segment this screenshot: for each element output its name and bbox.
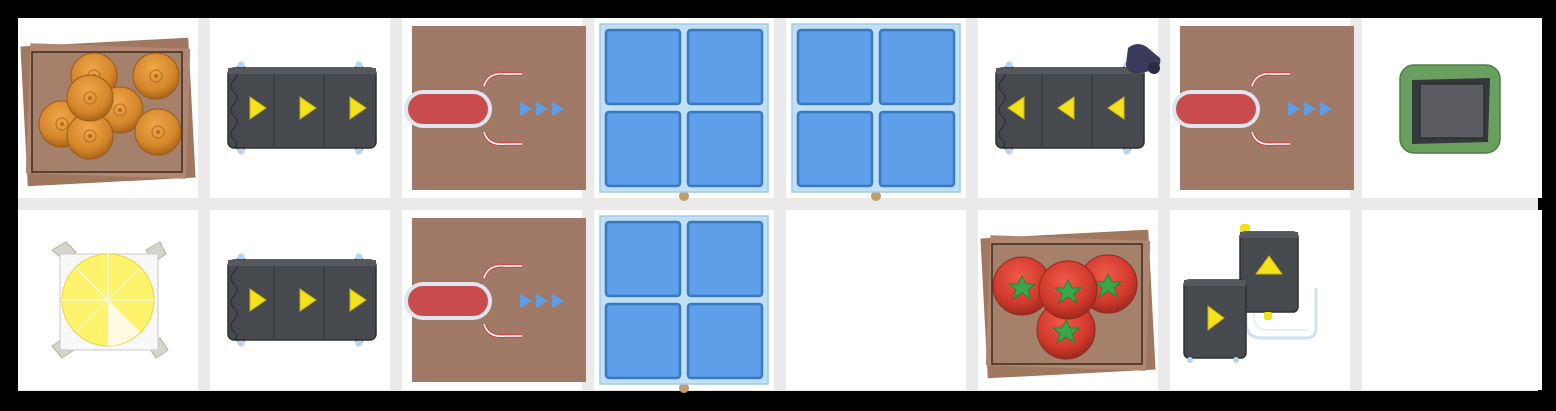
tile-tomato-crate[interactable]: [978, 210, 1158, 390]
conveyor-junction-icon: [1183, 224, 1318, 363]
dispenser-icon: [402, 24, 588, 192]
game-board: [18, 18, 1542, 395]
conveyor-right-icon: [227, 252, 377, 348]
conveyor-up-segment: [1239, 231, 1299, 320]
tile-conveyor-left[interactable]: [978, 18, 1161, 198]
tile-floor[interactable]: [786, 210, 966, 390]
tile-counter[interactable]: [594, 18, 774, 203]
counter-icon: [790, 22, 962, 203]
tile-plate-dispenser[interactable]: [402, 210, 588, 390]
counter-icon: [598, 214, 770, 395]
tile-trash[interactable]: [1362, 18, 1542, 198]
dispenser-icon: [1170, 24, 1356, 192]
tile-conveyor-right[interactable]: [210, 210, 390, 390]
onion-crate-icon: [19, 36, 197, 188]
conveyor-right-icon: [227, 60, 377, 156]
tile-floor[interactable]: [1362, 210, 1542, 390]
tile-onion-crate[interactable]: [18, 18, 198, 198]
cutting-board-icon: [51, 241, 169, 359]
trash-bin-icon: [1399, 64, 1501, 154]
dispenser-icon: [402, 216, 588, 384]
tile-plate-dispenser[interactable]: [1170, 18, 1356, 198]
chef-hat-icon: [1126, 44, 1161, 74]
tile-plate-dispenser[interactable]: [402, 18, 588, 198]
tile-conveyor-junction[interactable]: [1170, 210, 1350, 390]
conveyor-right-segment: [1183, 279, 1247, 363]
tile-conveyor-right[interactable]: [210, 18, 390, 198]
counter-icon: [598, 22, 770, 203]
tomato-crate-icon: [979, 228, 1157, 380]
conveyor-left-icon: [995, 44, 1161, 156]
tile-cutting-board[interactable]: [18, 210, 198, 390]
tile-counter[interactable]: [786, 18, 966, 203]
tile-counter[interactable]: [594, 210, 774, 395]
